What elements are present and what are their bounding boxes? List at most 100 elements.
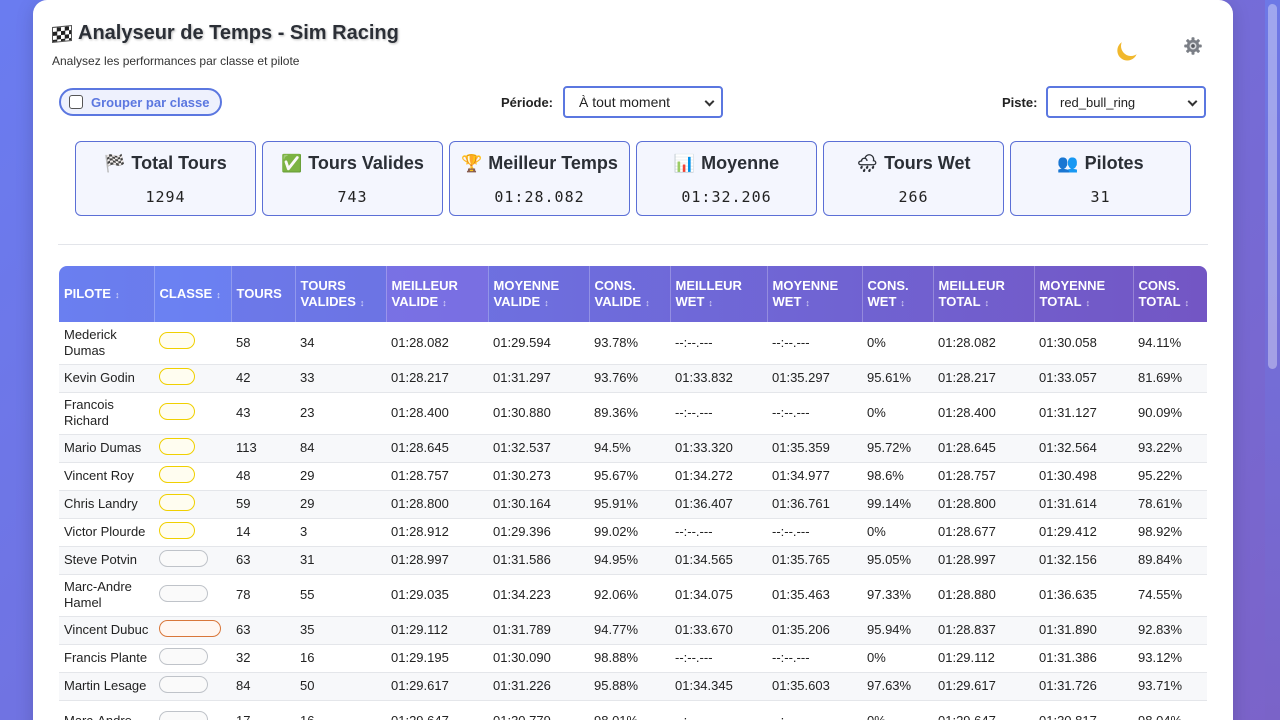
table-cell: 01:28.997 [933, 546, 1034, 575]
stat-value: 1294 [145, 188, 186, 206]
sort-icon[interactable]: ↕ [1185, 298, 1190, 308]
table-cell: 95.67% [589, 462, 670, 491]
table-cell: 01:35.206 [767, 616, 862, 645]
table-cell: 01:35.463 [767, 574, 862, 617]
gear-icon[interactable] [1183, 36, 1203, 56]
table-cell: 94.5% [589, 434, 670, 463]
table-cell: --:--.--- [767, 700, 862, 720]
table-cell: --:--.--- [767, 644, 862, 673]
table-row[interactable]: Vincent Dubuc 63 35 01:29.112 01:31.789 94.77… [59, 616, 1207, 645]
sort-icon[interactable]: ↕ [645, 298, 650, 308]
rain-cloud-icon: 🌧 [856, 153, 879, 174]
table-cell: 78 [231, 574, 295, 617]
column-header-label: MOYENNE VALIDE [493, 277, 560, 309]
table-cell: 01:32.537 [488, 434, 589, 463]
class-badge-gold [159, 437, 195, 455]
column-header-moyenne-valide[interactable]: MOYENNE VALIDE ↕ [488, 266, 590, 322]
table-row[interactable]: Kevin Godin 42 33 01:28.217 01:31.297 93.76% 0… [59, 364, 1207, 393]
pilot-name-cell: Steve Potvin [59, 546, 154, 575]
table-cell: 95.61% [862, 364, 933, 393]
table-row[interactable]: Francois Richard 43 23 01:28.400 01:30.880 89… [59, 392, 1207, 435]
table-cell: --:--.--- [670, 518, 767, 547]
column-header-label: PILOTE [64, 285, 111, 301]
column-header-cons-total[interactable]: CONS. TOTAL ↕ [1133, 266, 1207, 322]
table-cell: 98.92% [1133, 518, 1207, 547]
scrollbar-thumb[interactable] [1268, 4, 1277, 369]
table-row[interactable]: Francis Plante 32 16 01:29.195 01:30.090 98.8… [59, 644, 1207, 673]
table-cell: 01:29.647 [386, 700, 488, 720]
column-header-moyenne-wet[interactable]: MOYENNE WET ↕ [767, 266, 863, 322]
sort-icon[interactable]: ↕ [115, 290, 120, 300]
table-cell: 95.91% [589, 490, 670, 519]
sort-icon[interactable]: ↕ [900, 298, 905, 308]
stat-label: Moyenne [701, 153, 780, 173]
table-cell: 01:30.817 [1034, 700, 1133, 720]
table-body: Mederick Dumas 58 34 01:28.082 01:29.594 93.7… [59, 322, 1207, 720]
class-badge-gold [159, 465, 195, 483]
column-header-label: TOURS [236, 286, 282, 301]
table-cell: 93.76% [589, 364, 670, 393]
table-cell: 94.11% [1133, 322, 1207, 365]
check-mark-icon: ✅ [281, 153, 303, 174]
table-row[interactable]: Mederick Dumas 58 34 01:28.082 01:29.594 93.7… [59, 322, 1207, 365]
table-row[interactable]: Chris Landry 59 29 01:28.800 01:30.164 95.91%… [59, 490, 1207, 519]
sort-icon[interactable]: ↕ [544, 298, 549, 308]
column-header-pilote[interactable]: PILOTE ↕ [59, 266, 155, 322]
column-header-classe[interactable]: CLASSE ↕ [154, 266, 232, 322]
table-row[interactable]: Vincent Roy 48 29 01:28.757 01:30.273 95.67% 0… [59, 462, 1207, 491]
pilot-name-cell: Francis Plante [59, 644, 154, 673]
table-header-row: PILOTE ↕ CLASSE ↕ TOURS TOURS VALIDES ↕ MEILLEU… [59, 266, 1207, 322]
table-cell: 16 [295, 700, 386, 720]
table-row[interactable]: Marc-Andre171601:29.64701:30.77998.01%--… [59, 700, 1207, 720]
table-cell: --:--.--- [767, 322, 862, 365]
table-cell: 01:30.058 [1034, 322, 1133, 365]
group-by-class-toggle[interactable]: Grouper par classe [59, 88, 222, 116]
column-header-label: MEILLEUR VALIDE [391, 277, 458, 309]
sort-icon[interactable]: ↕ [360, 298, 365, 308]
sort-icon[interactable]: ↕ [805, 298, 810, 308]
column-header-meilleur-total[interactable]: MEILLEUR TOTAL ↕ [933, 266, 1035, 322]
table-cell: 01:29.617 [933, 672, 1034, 701]
group-by-class-checkbox[interactable] [69, 95, 83, 109]
column-header-meilleur-valide[interactable]: MEILLEUR VALIDE ↕ [386, 266, 489, 322]
class-cell [154, 490, 231, 519]
table-cell: 01:34.345 [670, 672, 767, 701]
column-header-moyenne-total[interactable]: MOYENNE TOTAL ↕ [1034, 266, 1134, 322]
table-cell: 01:31.586 [488, 546, 589, 575]
table-cell: 01:28.082 [386, 322, 488, 365]
column-header-tours-valides[interactable]: TOURS VALIDES ↕ [295, 266, 387, 322]
sort-icon[interactable]: ↕ [985, 298, 990, 308]
column-header-tours[interactable]: TOURS [231, 266, 296, 322]
table-cell: 01:32.156 [1034, 546, 1133, 575]
table-row[interactable]: Victor Plourde 14 3 01:28.912 01:29.396 99.02… [59, 518, 1207, 547]
table-cell: 01:29.617 [386, 672, 488, 701]
column-header-cons-wet[interactable]: CONS. WET ↕ [862, 266, 934, 322]
class-cell [154, 644, 231, 673]
table-row[interactable]: Martin Lesage 84 50 01:29.617 01:31.226 95.88… [59, 672, 1207, 701]
track-select[interactable]: red_bull_ring [1046, 86, 1206, 118]
table-cell: 98.04% [1133, 700, 1207, 720]
table-cell: 01:28.645 [386, 434, 488, 463]
column-header-cons-valide[interactable]: CONS. VALIDE ↕ [589, 266, 671, 322]
period-select-value: À tout moment [579, 94, 671, 110]
period-select[interactable]: À tout moment [563, 86, 723, 118]
sort-icon[interactable]: ↕ [216, 290, 221, 300]
moon-icon[interactable] [1118, 33, 1144, 59]
table-cell: 33 [295, 364, 386, 393]
page-scrollbar[interactable] [1265, 0, 1280, 720]
table-row[interactable]: Marc-Andre Hamel 78 55 01:29.035 01:34.223 92… [59, 574, 1207, 617]
table-cell: 55 [295, 574, 386, 617]
table-row[interactable]: Steve Potvin 63 31 01:28.997 01:31.586 94.95%… [59, 546, 1207, 575]
table-cell: 95.22% [1133, 462, 1207, 491]
column-header-label: CONS. VALIDE [594, 277, 642, 309]
column-header-meilleur-wet[interactable]: MEILLEUR WET ↕ [670, 266, 768, 322]
sort-icon[interactable]: ↕ [442, 298, 447, 308]
table-row[interactable]: Mario Dumas 113 84 01:28.645 01:32.537 94.5% 0… [59, 434, 1207, 463]
table-cell: 01:28.997 [386, 546, 488, 575]
class-cell [154, 462, 231, 491]
sort-icon[interactable]: ↕ [708, 298, 713, 308]
class-cell [154, 364, 231, 393]
sort-icon[interactable]: ↕ [1086, 298, 1091, 308]
table-cell: 01:28.400 [386, 392, 488, 435]
table-cell: 01:31.726 [1034, 672, 1133, 701]
